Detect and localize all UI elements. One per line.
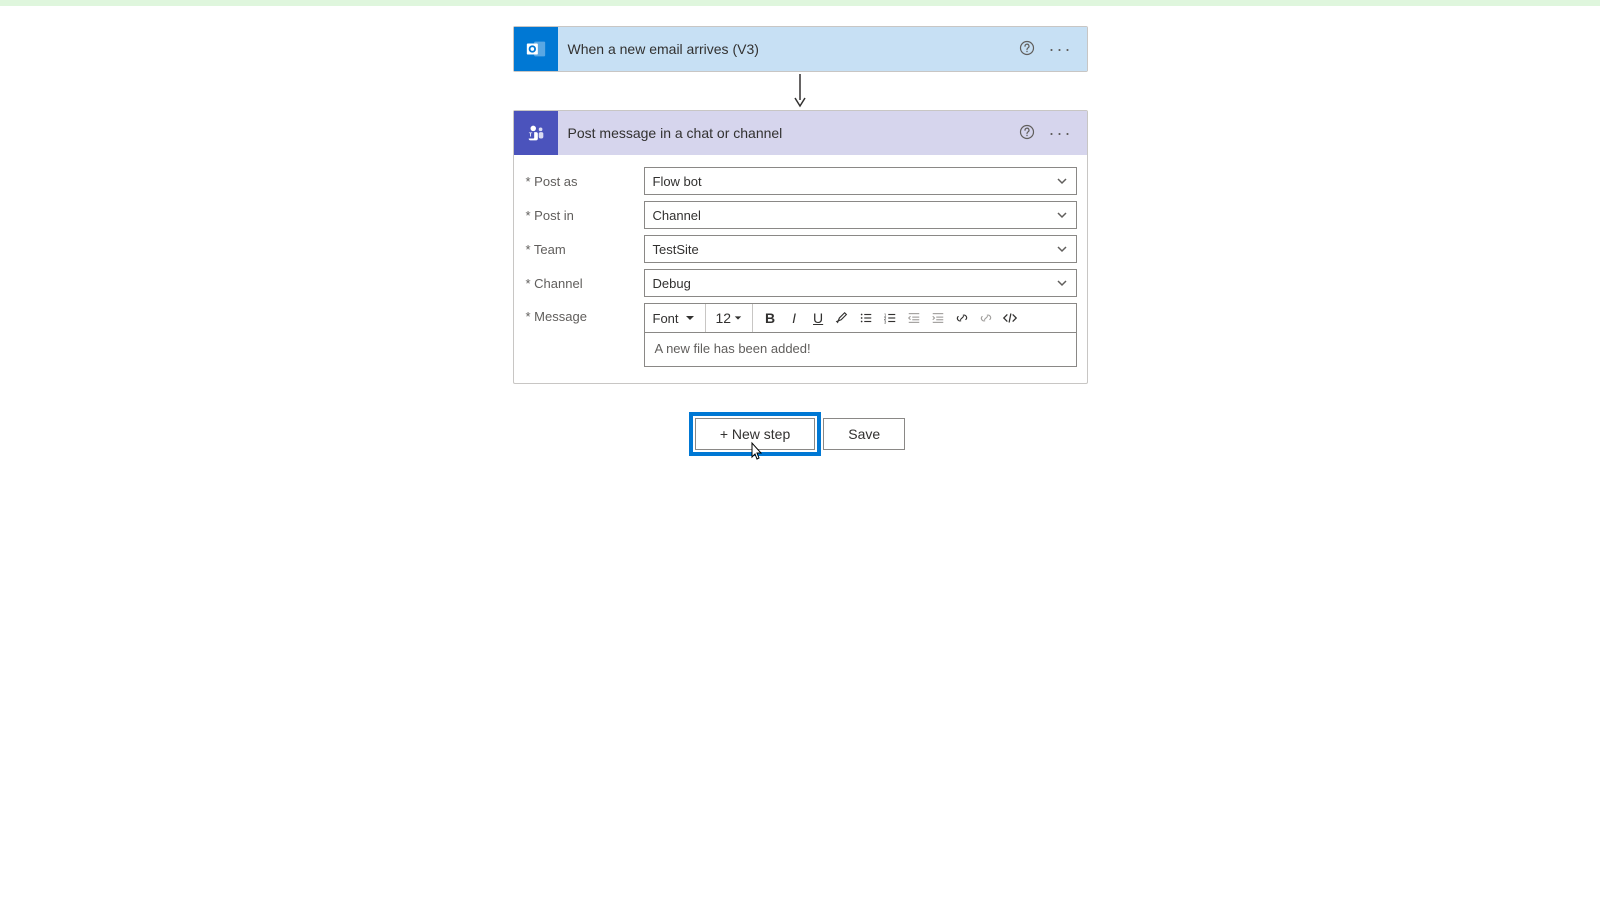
more-options-icon[interactable]: ···	[1049, 124, 1073, 142]
trigger-title: When a new email arrives (V3)	[558, 41, 1019, 57]
numbered-list-button[interactable]: 1 2 3	[879, 307, 901, 329]
footer-buttons: + New step Save	[513, 418, 1088, 450]
message-editor[interactable]: A new file has been added!	[644, 333, 1077, 367]
font-size-selector[interactable]: 12	[712, 310, 747, 326]
outlook-icon	[514, 27, 558, 71]
help-icon[interactable]	[1019, 124, 1035, 143]
chevron-down-icon	[1056, 175, 1068, 187]
flow-canvas: When a new email arrives (V3) ···	[513, 26, 1088, 450]
underline-button[interactable]: U	[807, 307, 829, 329]
channel-label: * Channel	[524, 276, 644, 291]
message-label: * Message	[524, 303, 644, 324]
chevron-down-icon	[1056, 277, 1068, 289]
post-as-select[interactable]: Flow bot	[644, 167, 1077, 195]
team-label: * Team	[524, 242, 644, 257]
action-title: Post message in a chat or channel	[558, 125, 1019, 141]
svg-text:3: 3	[884, 319, 887, 324]
bold-button[interactable]: B	[759, 307, 781, 329]
trigger-card[interactable]: When a new email arrives (V3) ···	[513, 26, 1088, 72]
trigger-card-header[interactable]: When a new email arrives (V3) ···	[514, 27, 1087, 71]
font-selector[interactable]: Font	[649, 311, 699, 326]
more-options-icon[interactable]: ···	[1049, 40, 1073, 58]
action-card-header[interactable]: T Post message in a chat or channel ···	[514, 111, 1087, 155]
message-toolbar: Font 12 B I U	[644, 303, 1077, 333]
post-in-label: * Post in	[524, 208, 644, 223]
link-button[interactable]	[951, 307, 973, 329]
chevron-down-icon	[1056, 209, 1068, 221]
teams-icon: T	[514, 111, 558, 155]
increase-indent-button[interactable]	[927, 307, 949, 329]
help-icon[interactable]	[1019, 40, 1035, 59]
action-card-body: * Post as Flow bot * Post in Channel	[514, 155, 1087, 383]
code-view-button[interactable]	[999, 307, 1021, 329]
channel-select[interactable]: Debug	[644, 269, 1077, 297]
bulleted-list-button[interactable]	[855, 307, 877, 329]
save-button[interactable]: Save	[823, 418, 905, 450]
flow-arrow	[793, 72, 807, 110]
decrease-indent-button[interactable]	[903, 307, 925, 329]
post-as-label: * Post as	[524, 174, 644, 189]
team-select[interactable]: TestSite	[644, 235, 1077, 263]
unlink-button[interactable]	[975, 307, 997, 329]
new-step-button[interactable]: + New step	[695, 418, 815, 450]
notification-bar	[0, 0, 1600, 6]
chevron-down-icon	[1056, 243, 1068, 255]
post-in-select[interactable]: Channel	[644, 201, 1077, 229]
action-card: T Post message in a chat or channel ··· …	[513, 110, 1088, 384]
highlight-button[interactable]	[831, 307, 853, 329]
italic-button[interactable]: I	[783, 307, 805, 329]
